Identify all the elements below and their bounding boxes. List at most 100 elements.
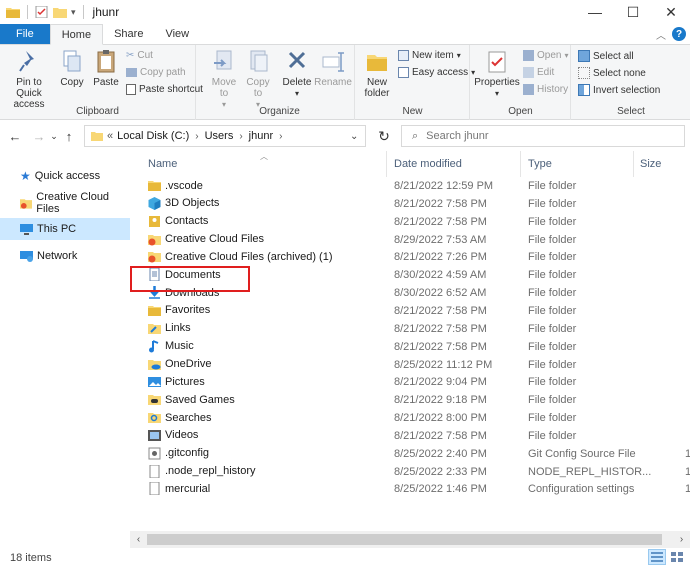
file-row-onedrive[interactable]: OneDrive 8/25/2022 11:12 PM File folder xyxy=(130,356,690,374)
select-all-button[interactable]: Select all xyxy=(578,50,634,62)
cut-button[interactable]: ✂ Cut xyxy=(126,50,153,61)
file-name-cell[interactable]: Links xyxy=(148,322,191,335)
item-count: 18 items xyxy=(10,551,52,564)
easy-access-button[interactable]: Easy access ▾ xyxy=(398,67,475,78)
recent-locations-icon[interactable]: ⌄ xyxy=(48,131,60,142)
file-row-searches[interactable]: Searches 8/21/2022 8:00 PM File folder xyxy=(130,409,690,427)
back-arrow-icon[interactable]: ← xyxy=(6,129,24,144)
properties-button[interactable]: Properties ▾ xyxy=(474,49,520,99)
column-name[interactable]: Name xyxy=(148,158,177,170)
pin-to-quick-access-button[interactable]: Pin to Quick access xyxy=(4,49,54,110)
file-name-cell[interactable]: .gitconfig xyxy=(148,447,209,460)
address-dropdown-icon[interactable]: ⌄ xyxy=(350,131,358,142)
file-name-cell[interactable]: Saved Games xyxy=(148,393,235,406)
invert-selection-button[interactable]: Invert selection xyxy=(578,84,660,96)
minimize-button[interactable]: — xyxy=(576,0,614,24)
chevron-right-icon[interactable]: › xyxy=(195,131,198,142)
paste-shortcut-button[interactable]: Paste shortcut xyxy=(126,84,203,95)
file-name-cell[interactable]: .vscode xyxy=(148,179,203,192)
nav-item-quick-access[interactable]: ★ Quick access xyxy=(0,165,130,187)
breadcrumb-jhunr[interactable]: jhunr xyxy=(249,130,273,142)
address-bar[interactable]: « Local Disk (C:) › Users › jhunr › xyxy=(84,125,366,147)
help-icon[interactable]: ? xyxy=(672,27,686,41)
file-name-cell[interactable]: OneDrive xyxy=(148,358,211,371)
tab-view[interactable]: View xyxy=(154,24,200,44)
new-folder-icon[interactable] xyxy=(53,6,67,18)
column-size[interactable]: Size xyxy=(640,158,661,170)
tab-file[interactable]: File xyxy=(0,24,50,44)
large-icons-view-icon[interactable] xyxy=(668,549,686,565)
file-date: 8/21/2022 7:58 PM xyxy=(394,197,487,210)
copy-path-button[interactable]: Copy path xyxy=(126,67,186,78)
breadcrumb-overflow[interactable]: « xyxy=(107,130,113,142)
edit-button[interactable]: Edit xyxy=(523,67,554,78)
file-row-videos[interactable]: Videos 8/21/2022 7:58 PM File folder xyxy=(130,427,690,445)
file-row-node-repl-history[interactable]: .node_repl_history 8/25/2022 2:33 PM NODE_… xyxy=(130,463,690,481)
history-button[interactable]: History xyxy=(523,84,568,95)
details-view-icon[interactable] xyxy=(648,549,666,565)
up-arrow-icon[interactable]: ↑ xyxy=(60,129,78,144)
breadcrumb-users[interactable]: Users xyxy=(205,130,234,142)
file-type: File folder xyxy=(528,251,577,264)
file-name-cell[interactable]: mercurial xyxy=(148,482,210,496)
chevron-right-icon[interactable]: › xyxy=(279,131,282,142)
customize-toolbar-icon[interactable]: ▾ xyxy=(71,7,76,18)
file-row-contacts[interactable]: Contacts 8/21/2022 7:58 PM File folder xyxy=(130,213,690,231)
close-button[interactable]: ✕ xyxy=(652,0,690,24)
file-row-pictures[interactable]: Pictures 8/21/2022 9:04 PM File folder xyxy=(130,373,690,391)
file-row-links[interactable]: Links 8/21/2022 7:58 PM File folder xyxy=(130,320,690,338)
search-box[interactable]: ⌕ Search jhunr xyxy=(401,125,685,147)
nav-item-this-pc[interactable]: This PC xyxy=(0,218,130,240)
file-row-favorites[interactable]: Favorites 8/21/2022 7:58 PM File folder xyxy=(130,302,690,320)
file-date: 8/21/2022 8:00 PM xyxy=(394,412,487,425)
scroll-left-icon[interactable]: ‹ xyxy=(130,531,147,548)
nav-item-creative-cloud-files[interactable]: Creative Cloud Files xyxy=(0,191,130,215)
file-row-3d-objects[interactable]: 3D Objects 8/21/2022 7:58 PM File folder xyxy=(130,195,690,213)
file-name-cell[interactable]: Creative Cloud Files xyxy=(148,233,264,246)
file-name-cell[interactable]: Favorites xyxy=(148,304,210,317)
file-type: File folder xyxy=(528,180,577,192)
file-row-mercurial[interactable]: mercurial 8/25/2022 1:46 PM Configuration … xyxy=(130,480,690,498)
horizontal-scrollbar[interactable]: ‹ › xyxy=(130,531,690,548)
new-folder-button[interactable]: New folder xyxy=(360,49,394,99)
file-name-cell[interactable]: Contacts xyxy=(148,215,208,228)
delete-button[interactable]: Delete ▾ xyxy=(283,49,311,99)
file-name-cell[interactable]: .node_repl_history xyxy=(148,464,256,478)
file-row-saved-games[interactable]: Saved Games 8/21/2022 9:18 PM File folder xyxy=(130,391,690,409)
copy-to-button[interactable]: Copy to ▾ xyxy=(243,49,273,110)
file-name-cell[interactable]: Videos xyxy=(148,429,198,442)
file-type: File folder xyxy=(528,376,577,389)
open-button[interactable]: Open ▾ xyxy=(523,50,568,61)
file-row-vscode[interactable]: .vscode 8/21/2022 12:59 PM File folder xyxy=(130,177,690,195)
properties-checkmark-icon[interactable] xyxy=(35,6,49,18)
file-name-cell[interactable]: Searches xyxy=(148,411,211,424)
nav-item-network[interactable]: Network xyxy=(0,245,130,267)
maximize-button[interactable]: ☐ xyxy=(614,0,652,24)
file-name-cell[interactable]: Music xyxy=(148,339,194,353)
file-row-gitconfig[interactable]: .gitconfig 8/25/2022 2:40 PM Git Config So… xyxy=(130,445,690,463)
file-name-cell[interactable]: 3D Objects xyxy=(148,196,219,210)
chevron-right-icon[interactable]: › xyxy=(239,131,242,142)
breadcrumb-local-disk[interactable]: Local Disk (C:) xyxy=(117,130,189,142)
tab-home[interactable]: Home xyxy=(49,24,104,45)
paste-button[interactable]: Paste xyxy=(90,49,122,88)
move-to-button[interactable]: Move to ▾ xyxy=(207,49,241,110)
select-none-button[interactable]: Select none xyxy=(578,67,646,79)
file-name-cell[interactable]: Pictures xyxy=(148,375,205,388)
file-row-creative-cloud-files[interactable]: Creative Cloud Files 8/29/2022 7:53 AM Fil… xyxy=(130,231,690,249)
scroll-right-icon[interactable]: › xyxy=(673,531,690,548)
column-type[interactable]: Type xyxy=(528,158,552,170)
file-row-creative-cloud-files-archived-1[interactable]: Creative Cloud Files (archived) (1) 8/21/… xyxy=(130,248,690,266)
scissors-icon: ✂ xyxy=(126,50,135,61)
rename-button[interactable]: Rename xyxy=(314,49,352,88)
tab-share[interactable]: Share xyxy=(103,24,154,44)
collapse-ribbon-icon[interactable]: ︿ xyxy=(656,27,666,42)
refresh-icon[interactable]: ↻ xyxy=(374,125,394,147)
new-item-button[interactable]: New item ▾ xyxy=(398,50,461,61)
copy-button[interactable]: Copy xyxy=(58,49,86,88)
file-name-cell[interactable]: Creative Cloud Files (archived) (1) xyxy=(148,250,333,263)
file-row-music[interactable]: Music 8/21/2022 7:58 PM File folder xyxy=(130,338,690,356)
forward-arrow-icon[interactable]: → xyxy=(30,129,48,144)
column-date-modified[interactable]: Date modified xyxy=(394,158,462,170)
scrollbar-thumb[interactable] xyxy=(147,534,662,545)
